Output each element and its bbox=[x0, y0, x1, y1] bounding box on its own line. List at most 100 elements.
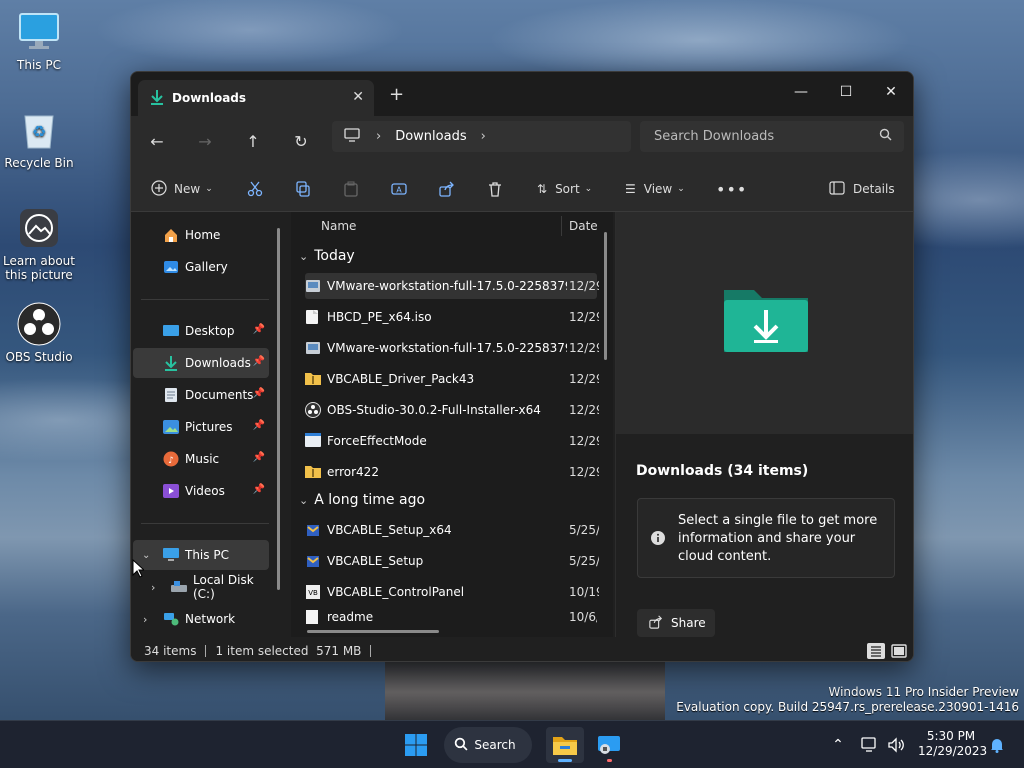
start-button[interactable] bbox=[398, 727, 434, 763]
paste-icon[interactable] bbox=[343, 174, 359, 204]
tab-close-button[interactable]: ✕ bbox=[352, 89, 364, 105]
folder-icon bbox=[553, 737, 577, 755]
address-bar[interactable]: › Downloads › bbox=[332, 121, 631, 152]
sidebar-item-videos[interactable]: Videos 📌 bbox=[133, 476, 269, 506]
pin-icon[interactable]: 📌 bbox=[253, 324, 265, 335]
group-header-today[interactable]: ⌄ Today bbox=[299, 244, 355, 268]
sidebar-label: Music bbox=[185, 452, 220, 466]
control-panel-icon: VB bbox=[305, 584, 321, 600]
sidebar-label: Home bbox=[185, 228, 221, 242]
info-text: Select a single file to get more informa… bbox=[678, 513, 878, 564]
file-list-horizontal-scrollbar[interactable] bbox=[307, 630, 439, 633]
sidebar-item-documents[interactable]: Documents 📌 bbox=[133, 380, 269, 410]
pin-icon[interactable]: 📌 bbox=[253, 484, 265, 495]
share-button[interactable]: Share bbox=[637, 609, 715, 637]
up-arrow-icon[interactable]: ↑ bbox=[239, 127, 267, 155]
sidebar-item-downloads[interactable]: Downloads 📌 bbox=[133, 348, 269, 378]
sidebar-item-this-pc[interactable]: ⌄ This PC bbox=[133, 540, 269, 570]
network-status-icon[interactable] bbox=[858, 727, 882, 763]
desktop-icon-learn-about-picture[interactable]: Learn about this picture bbox=[3, 206, 75, 282]
sidebar-item-home[interactable]: Home bbox=[133, 220, 269, 250]
forward-arrow-icon[interactable]: → bbox=[191, 127, 219, 155]
file-row[interactable]: VBCABLE_Setup_x64 5/25/ bbox=[305, 517, 599, 543]
new-button-label: New bbox=[174, 182, 201, 196]
close-button[interactable]: ✕ bbox=[868, 78, 913, 106]
view-button[interactable]: ☰ View ⌄ bbox=[625, 174, 685, 204]
desktop-icon-obs-studio[interactable]: OBS Studio bbox=[3, 302, 75, 364]
column-divider[interactable] bbox=[561, 216, 562, 236]
details-button[interactable]: Details bbox=[829, 174, 895, 204]
column-header-name[interactable]: Name bbox=[321, 212, 356, 240]
chevron-right-icon[interactable]: › bbox=[143, 613, 147, 626]
notification-bell-icon[interactable] bbox=[986, 727, 1008, 763]
copy-icon[interactable] bbox=[295, 174, 311, 204]
setup-icon bbox=[305, 522, 321, 538]
new-button[interactable]: New ⌄ bbox=[151, 174, 213, 204]
file-row[interactable]: HBCD_PE_x64.iso 12/29 bbox=[305, 304, 599, 330]
desktop-icon-label: Learn about bbox=[3, 254, 75, 268]
evaluation-watermark: Windows 11 Pro Insider Preview Evaluatio… bbox=[676, 685, 1019, 715]
sidebar-item-network[interactable]: › Network bbox=[133, 604, 269, 634]
file-row[interactable]: OBS-Studio-30.0.2-Full-Installer-x64 12/… bbox=[305, 397, 599, 423]
column-header-date[interactable]: Date bbox=[569, 212, 598, 240]
volume-icon[interactable] bbox=[884, 727, 908, 763]
tiles-view-icon[interactable] bbox=[890, 643, 908, 659]
sidebar-item-local-disk[interactable]: › Local Disk (C:) bbox=[133, 572, 269, 602]
back-arrow-icon[interactable]: ← bbox=[143, 127, 171, 155]
chevron-right-icon[interactable]: › bbox=[481, 129, 486, 144]
file-row[interactable]: VMware-workstation-full-17.5.0-22583795 … bbox=[305, 335, 599, 361]
desktop-icon-label: This PC bbox=[17, 58, 61, 72]
sidebar-item-pictures[interactable]: Pictures 📌 bbox=[133, 412, 269, 442]
pin-icon[interactable]: 📌 bbox=[253, 420, 265, 431]
file-row[interactable]: readme 10/6/ bbox=[305, 610, 597, 624]
info-icon bbox=[650, 530, 666, 549]
sidebar-label: Gallery bbox=[185, 260, 228, 274]
sidebar-item-music[interactable]: ♪ Music 📌 bbox=[133, 444, 269, 474]
rename-icon[interactable]: A bbox=[391, 174, 407, 204]
mouse-cursor-icon bbox=[132, 558, 146, 582]
file-row[interactable]: VBCABLE_Driver_Pack43 12/29 bbox=[305, 366, 599, 392]
file-list-scrollbar[interactable] bbox=[604, 232, 607, 360]
taskbar-remote-app[interactable] bbox=[590, 727, 628, 763]
trash-icon[interactable] bbox=[487, 174, 503, 204]
clock[interactable]: 5:30 PM 12/29/2023 bbox=[918, 729, 987, 759]
sort-button[interactable]: ⇅ Sort ⌄ bbox=[537, 174, 592, 204]
taskbar-search-button[interactable]: Search bbox=[444, 727, 532, 763]
new-tab-button[interactable]: + bbox=[389, 84, 404, 105]
file-name: VBCABLE_Setup_x64 bbox=[327, 523, 452, 537]
maximize-button[interactable]: ☐ bbox=[823, 78, 869, 106]
details-view-icon[interactable] bbox=[867, 643, 885, 659]
group-header-long-time-ago[interactable]: ⌄ A long time ago bbox=[299, 488, 425, 512]
chevron-down-icon: ⌄ bbox=[205, 184, 213, 194]
pin-icon[interactable]: 📌 bbox=[253, 388, 265, 399]
more-options-icon[interactable]: ••• bbox=[716, 174, 747, 204]
cut-icon[interactable] bbox=[247, 174, 263, 204]
breadcrumb-downloads[interactable]: Downloads bbox=[395, 129, 466, 144]
desktop-icon-recycle-bin[interactable]: ♻ Recycle Bin bbox=[3, 108, 75, 170]
pin-icon[interactable]: 📌 bbox=[253, 452, 265, 463]
sidebar-item-gallery[interactable]: Gallery bbox=[133, 252, 269, 282]
file-row[interactable]: error422 12/29 bbox=[305, 459, 599, 485]
file-name: HBCD_PE_x64.iso bbox=[327, 310, 432, 324]
file-row[interactable]: ForceEffectMode 12/29 bbox=[305, 428, 599, 454]
show-hidden-icons-chevron-up-icon[interactable]: ⌃ bbox=[826, 727, 850, 763]
taskbar-file-explorer[interactable] bbox=[546, 727, 584, 763]
refresh-icon[interactable]: ↻ bbox=[287, 127, 315, 155]
sort-icon: ⇅ bbox=[537, 182, 548, 196]
sidebar-label: Local Disk (C:) bbox=[193, 573, 254, 601]
file-row[interactable]: VBCABLE_Setup 5/25/ bbox=[305, 548, 599, 574]
minimize-button[interactable]: — bbox=[778, 78, 824, 106]
file-row[interactable]: VMware-workstation-full-17.5.0-2258379..… bbox=[305, 273, 599, 299]
sidebar-scrollbar[interactable] bbox=[277, 228, 280, 590]
chevron-right-icon[interactable]: › bbox=[151, 581, 155, 594]
pin-icon[interactable]: 📌 bbox=[253, 356, 265, 367]
navigation-pane: Home Gallery Desktop 📌 Downloads 📌 Docum… bbox=[131, 212, 289, 637]
tab-downloads[interactable]: Downloads ✕ bbox=[138, 80, 374, 116]
title-bar: Downloads ✕ + — ☐ ✕ bbox=[131, 72, 913, 116]
sidebar-item-desktop[interactable]: Desktop 📌 bbox=[133, 316, 269, 346]
desktop-icon-this-pc[interactable]: This PC bbox=[3, 10, 75, 72]
share-icon[interactable] bbox=[439, 174, 455, 204]
file-row[interactable]: VB VBCABLE_ControlPanel 10/19 bbox=[305, 579, 599, 605]
status-separator bbox=[370, 644, 372, 657]
search-input[interactable]: Search Downloads bbox=[640, 121, 904, 152]
